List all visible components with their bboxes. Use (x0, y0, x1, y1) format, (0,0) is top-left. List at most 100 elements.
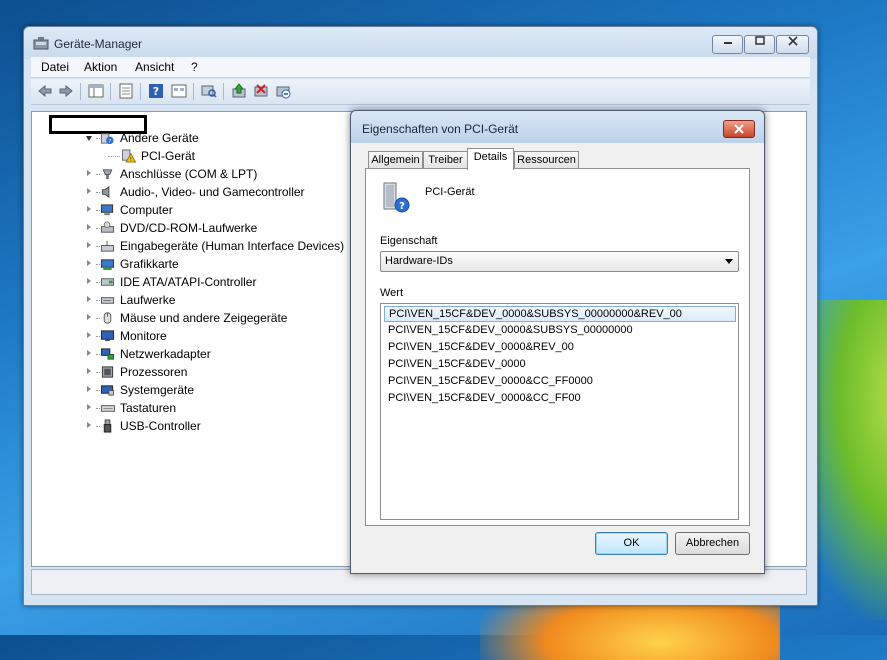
toolbar-separator (110, 83, 111, 100)
maximize-icon (754, 36, 765, 45)
expand-arrow-icon[interactable] (87, 422, 91, 428)
value-listbox[interactable]: PCI\VEN_15CF&DEV_0000&SUBSYS_00000000&RE… (380, 303, 739, 520)
warning-device-icon: ! (121, 149, 136, 163)
property-select-value: Hardware-IDs (385, 255, 453, 267)
system-device-icon (100, 385, 115, 396)
tree-item-label: Laufwerke (120, 293, 176, 307)
close-button[interactable] (776, 35, 809, 54)
expand-arrow-icon[interactable] (87, 260, 91, 266)
monitor-icon (100, 330, 115, 342)
expand-arrow-icon[interactable] (87, 278, 91, 284)
expand-arrow-icon[interactable] (87, 206, 91, 212)
tree-item-label: DVD/CD-ROM-Laufwerke (120, 221, 258, 235)
tree-item-label: Grafikkarte (120, 257, 179, 271)
minimize-icon (723, 42, 732, 44)
device-name: PCI-Gerät (425, 186, 475, 198)
properties-dialog: Eigenschaften von PCI-Gerät Allgemein Tr… (350, 110, 765, 574)
disk-drive-icon (100, 297, 115, 304)
menu-datei[interactable]: Datei (41, 60, 69, 74)
display-adapter-icon (100, 259, 115, 271)
dialog-body: Allgemein Treiber Details Ressourcen ? P… (357, 143, 758, 567)
tree-connector (108, 156, 120, 157)
update-driver-icon[interactable] (231, 83, 247, 99)
window-title: Geräte-Manager (54, 37, 143, 51)
svg-text:?: ? (399, 201, 405, 212)
details-tab-panel: ? PCI-Gerät Eigenschaft Hardware-IDs Wer… (365, 168, 750, 526)
ok-button[interactable]: OK (595, 532, 668, 555)
device-manager-icon (33, 37, 49, 50)
property-select[interactable]: Hardware-IDs (380, 251, 739, 272)
tree-item-label: Monitore (120, 329, 167, 343)
unknown-device-icon: ? (100, 133, 114, 145)
value-list-item[interactable]: PCI\VEN_15CF&DEV_0000&CC_FF00 (384, 391, 734, 406)
close-icon (734, 124, 744, 134)
port-icon (102, 169, 113, 180)
uninstall-icon[interactable] (253, 83, 269, 99)
title-bar[interactable]: Geräte-Manager (24, 27, 817, 59)
scan-hardware-icon[interactable] (201, 83, 217, 99)
show-hide-tree-icon[interactable] (88, 83, 104, 99)
mouse-icon (103, 312, 112, 324)
toolbar-separator (80, 83, 81, 100)
expand-arrow-icon[interactable] (87, 350, 91, 356)
tab-treiber[interactable]: Treiber (423, 151, 468, 169)
value-list-item[interactable]: PCI\VEN_15CF&DEV_0000&REV_00 (384, 340, 734, 355)
svg-text:?: ? (108, 139, 111, 145)
tree-item-label: Netzwerkadapter (120, 347, 211, 361)
collapse-arrow-icon[interactable] (86, 136, 92, 144)
svg-text:!: ! (130, 157, 132, 163)
keyboard-icon (100, 405, 115, 412)
tree-item-label: Prozessoren (120, 365, 188, 379)
dialog-title-bar[interactable]: Eigenschaften von PCI-Gerät (351, 111, 764, 143)
back-icon[interactable] (37, 83, 53, 99)
value-list-item[interactable]: PCI\VEN_15CF&DEV_0000 (384, 357, 734, 372)
expand-arrow-icon[interactable] (87, 404, 91, 410)
computer-icon (100, 204, 114, 216)
pci-device-icon: ? (383, 182, 410, 213)
toolbar-separator (193, 83, 194, 100)
expand-arrow-icon[interactable] (87, 224, 91, 230)
dialog-close-button[interactable] (723, 120, 755, 138)
tab-ressourcen[interactable]: Ressourcen (514, 151, 579, 169)
expand-arrow-icon[interactable] (87, 314, 91, 320)
toolbar: ? (31, 79, 810, 105)
tree-item-label: Computer (120, 203, 173, 217)
toolbar-separator (223, 83, 224, 100)
toolbar-separator (140, 83, 141, 100)
disable-icon[interactable] (275, 83, 291, 99)
menu-bar: Datei Aktion Ansicht ? (31, 57, 810, 78)
tree-item-label: Eingabegeräte (Human Interface Devices) (120, 239, 345, 253)
expand-arrow-icon[interactable] (87, 332, 91, 338)
menu-ansicht[interactable]: Ansicht (135, 60, 174, 74)
cancel-button[interactable]: Abbrechen (675, 532, 750, 555)
expand-arrow-icon[interactable] (87, 386, 91, 392)
tree-item-label: Audio-, Video- und Gamecontroller (120, 185, 305, 199)
tab-allgemein[interactable]: Allgemein (368, 151, 423, 169)
minimize-button[interactable] (712, 35, 743, 54)
tab-details[interactable]: Details (467, 148, 514, 170)
forward-icon[interactable] (58, 83, 74, 99)
tree-item-label: Systemgeräte (120, 383, 195, 397)
expand-arrow-icon[interactable] (87, 368, 91, 374)
svg-text:?: ? (153, 85, 159, 98)
value-list-item[interactable]: PCI\VEN_15CF&DEV_0000&SUBSYS_00000000&RE… (384, 306, 736, 322)
menu-aktion[interactable]: Aktion (84, 60, 117, 74)
help-icon[interactable]: ? (148, 83, 164, 99)
value-list-item[interactable]: PCI\VEN_15CF&DEV_0000&CC_FF0000 (384, 374, 734, 389)
expand-arrow-icon[interactable] (87, 170, 91, 176)
property-label: Eigenschaft (380, 235, 438, 247)
ide-controller-icon (100, 278, 115, 286)
tree-item-label: USB-Controller (120, 419, 201, 433)
expand-arrow-icon[interactable] (87, 296, 91, 302)
properties-icon[interactable] (118, 83, 134, 99)
expand-arrow-icon[interactable] (87, 242, 91, 248)
processor-icon (101, 366, 114, 378)
dvd-drive-icon (100, 221, 115, 233)
menu-help[interactable]: ? (191, 60, 198, 74)
expand-arrow-icon[interactable] (87, 188, 91, 194)
value-list-item[interactable]: PCI\VEN_15CF&DEV_0000&SUBSYS_00000000 (384, 323, 734, 338)
tree-item-label: IDE ATA/ATAPI-Controller (120, 275, 257, 289)
view-icon[interactable] (171, 83, 187, 99)
hid-icon (100, 240, 115, 252)
maximize-button[interactable] (744, 35, 775, 54)
